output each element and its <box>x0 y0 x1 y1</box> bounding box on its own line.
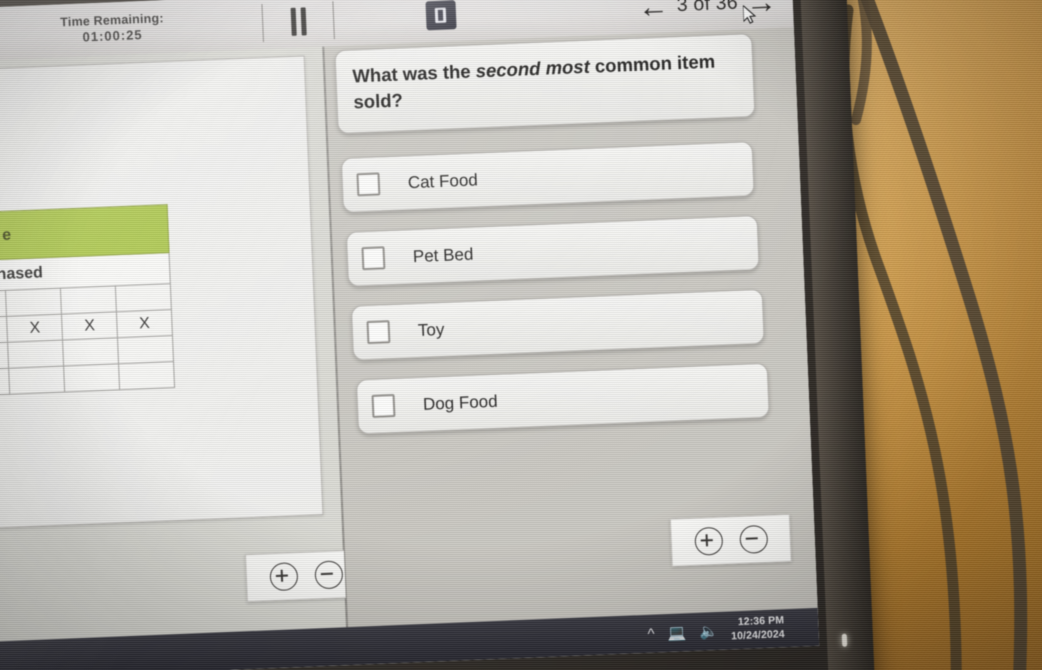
pause-button[interactable] <box>263 6 334 37</box>
question-zoom-controls <box>669 513 792 567</box>
flag-question-button[interactable] <box>334 0 548 34</box>
time-remaining: Time Remaining: 01:00:25 <box>0 7 263 51</box>
table-cell <box>5 288 62 317</box>
stimulus-zoom-out-button[interactable] <box>313 560 343 590</box>
table-cell <box>117 335 174 364</box>
table-cell <box>118 361 175 390</box>
table-row <box>0 361 175 401</box>
question-zoom-in-button[interactable] <box>693 526 723 556</box>
table-cell-x: X <box>116 309 173 338</box>
purchases-table: e urchased X X X <box>0 204 175 401</box>
question-pane: What was the second most common item sol… <box>323 27 820 666</box>
answer-option-cat-food[interactable]: Cat Food <box>340 141 755 213</box>
pause-icon <box>290 7 297 36</box>
checkbox-icon[interactable] <box>366 320 391 345</box>
checkbox-icon[interactable] <box>371 393 396 418</box>
previous-question-arrow-icon[interactable]: ← <box>637 0 669 25</box>
stimulus-text: in a week. <box>0 123 289 166</box>
stimulus-pane: in a week. e urchased <box>0 46 367 670</box>
question-prefix: What was the <box>352 60 477 87</box>
answer-option-label: Dog Food <box>422 391 498 414</box>
flag-glyph <box>434 7 447 24</box>
monitor: Time Remaining: 01:00:25 ← 3 of 36 → e u… <box>0 0 876 670</box>
monitor-icon[interactable]: 💻 <box>667 624 686 642</box>
checkbox-icon[interactable] <box>361 246 386 271</box>
table-cell <box>9 366 65 395</box>
table-cell <box>63 363 120 393</box>
table-cell <box>8 340 64 369</box>
answer-option-label: Toy <box>417 319 445 340</box>
question-text: What was the second most common item sol… <box>352 48 738 116</box>
table-cell <box>115 283 172 312</box>
checkbox-icon[interactable] <box>356 172 381 197</box>
speaker-icon[interactable]: 🔈 <box>699 622 718 640</box>
answer-option-label: Cat Food <box>407 169 479 192</box>
table-cell <box>60 285 117 315</box>
chevron-up-icon[interactable]: ^ <box>647 625 655 642</box>
flag-question-icon <box>424 0 457 31</box>
answer-option-dog-food[interactable]: Dog Food <box>355 362 770 435</box>
mouse-cursor <box>742 4 757 24</box>
power-led-indicator <box>841 633 848 647</box>
question-card: What was the second most common item sol… <box>334 33 756 134</box>
taskbar-date: 10/24/2024 <box>730 628 785 643</box>
question-emphasis: second most <box>475 55 591 82</box>
stimulus-zoom-in-button[interactable] <box>268 562 298 592</box>
taskbar-time: 12:36 PM <box>737 614 785 629</box>
screen: Time Remaining: 01:00:25 ← 3 of 36 → e u… <box>0 0 820 670</box>
test-content: in a week. e urchased <box>0 27 820 670</box>
photo-of-monitor: Time Remaining: 01:00:25 ← 3 of 36 → e u… <box>0 0 1042 670</box>
question-counter: 3 of 36 <box>676 0 739 17</box>
pause-icon-bar2 <box>300 6 307 36</box>
answer-option-label: Pet Bed <box>412 244 474 266</box>
answer-option-pet-bed[interactable]: Pet Bed <box>345 214 760 287</box>
stimulus-card: in a week. e urchased <box>0 55 324 536</box>
answer-option-toy[interactable]: Toy <box>350 288 765 361</box>
table-cell-x: X <box>6 314 63 343</box>
table-cell <box>62 337 119 367</box>
question-zoom-out-button[interactable] <box>738 524 768 554</box>
table-cell-x: X <box>61 311 118 341</box>
taskbar-clock[interactable]: 12:36 PM 10/24/2024 <box>730 615 785 644</box>
